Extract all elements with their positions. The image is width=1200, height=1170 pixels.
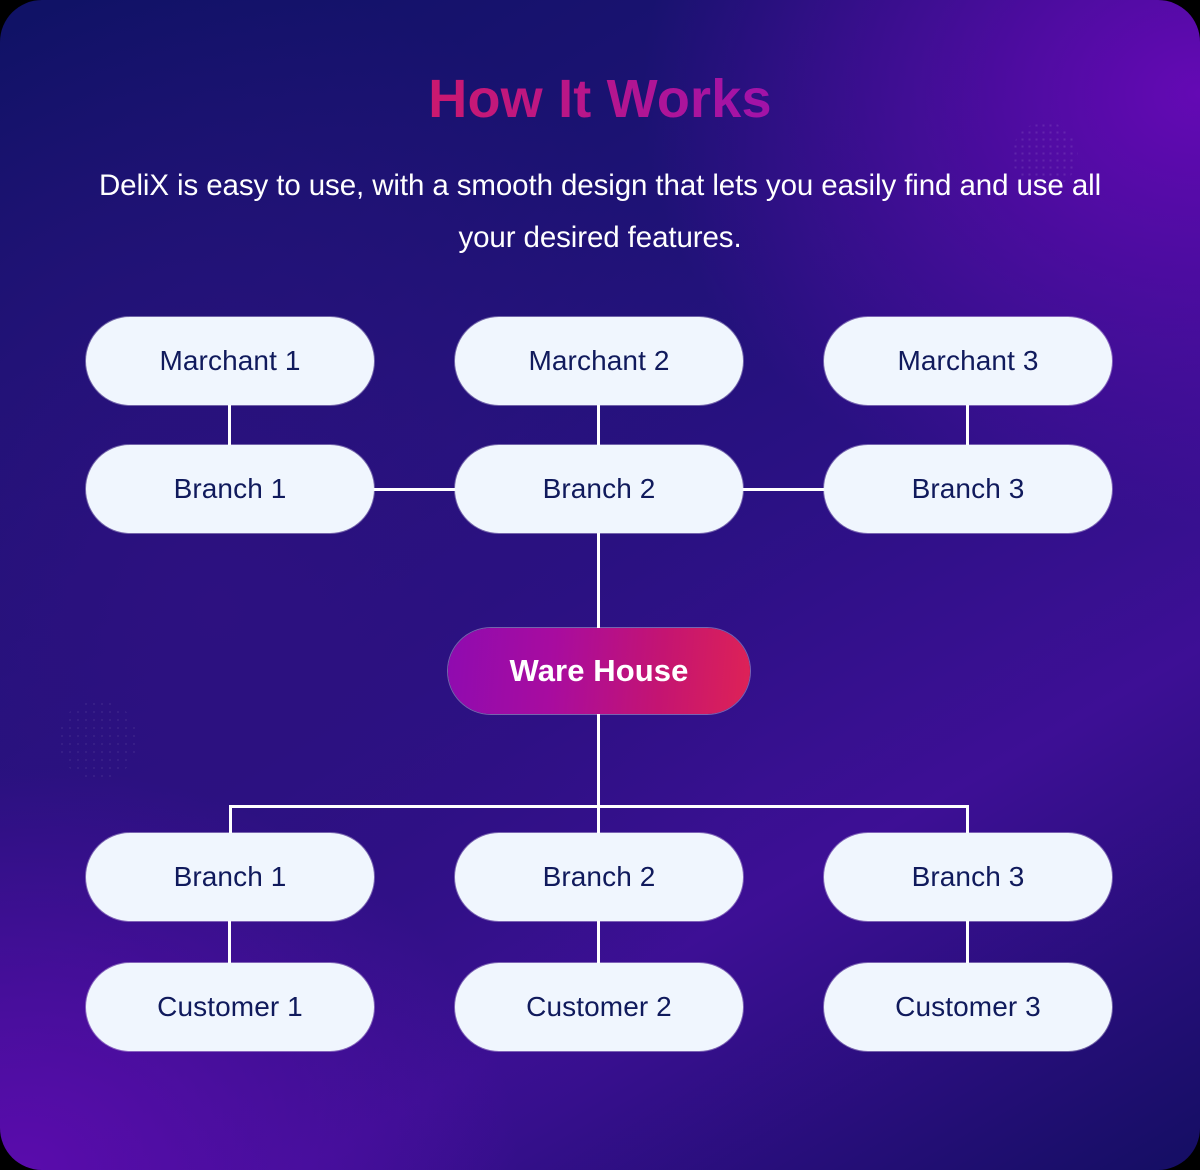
connector-branch2-to-warehouse bbox=[597, 531, 600, 631]
node-lower-branch-1-label: Branch 1 bbox=[173, 861, 287, 892]
node-upper-branch-1-label: Branch 1 bbox=[173, 473, 287, 504]
node-upper-branch-2-label: Branch 2 bbox=[542, 473, 656, 504]
connector-merchant2-to-branch2 bbox=[597, 403, 600, 447]
node-customer-1-label: Customer 1 bbox=[157, 991, 303, 1022]
node-customer-2[interactable]: Customer 2 bbox=[455, 963, 743, 1051]
node-lower-branch-3[interactable]: Branch 3 bbox=[824, 833, 1112, 921]
node-upper-branch-1[interactable]: Branch 1 bbox=[86, 445, 374, 533]
node-merchant-2[interactable]: Marchant 2 bbox=[455, 317, 743, 405]
node-customer-3[interactable]: Customer 3 bbox=[824, 963, 1112, 1051]
node-lower-branch-3-label: Branch 3 bbox=[911, 861, 1025, 892]
node-lower-branch-2-label: Branch 2 bbox=[542, 861, 656, 892]
node-customer-3-label: Customer 3 bbox=[895, 991, 1041, 1022]
node-merchant-3[interactable]: Marchant 3 bbox=[824, 317, 1112, 405]
node-lower-branch-2[interactable]: Branch 2 bbox=[455, 833, 743, 921]
connector-branch2-to-branch3 bbox=[740, 488, 828, 491]
node-warehouse-label: Ware House bbox=[509, 653, 689, 688]
node-merchant-1[interactable]: Marchant 1 bbox=[86, 317, 374, 405]
node-upper-branch-2[interactable]: Branch 2 bbox=[455, 445, 743, 533]
connector-merchant3-to-branch3 bbox=[966, 403, 969, 447]
node-customer-2-label: Customer 2 bbox=[526, 991, 672, 1022]
node-lower-branch-1[interactable]: Branch 1 bbox=[86, 833, 374, 921]
connector-branch1-to-branch2 bbox=[372, 488, 460, 491]
node-warehouse[interactable]: Ware House bbox=[448, 628, 750, 714]
node-merchant-1-label: Marchant 1 bbox=[159, 345, 301, 376]
connector-merchant1-to-branch1 bbox=[228, 403, 231, 447]
connector-warehouse-to-distribution-bar bbox=[597, 712, 600, 808]
node-upper-branch-3[interactable]: Branch 3 bbox=[824, 445, 1112, 533]
node-upper-branch-3-label: Branch 3 bbox=[911, 473, 1025, 504]
node-merchant-3-label: Marchant 3 bbox=[897, 345, 1039, 376]
node-merchant-2-label: Marchant 2 bbox=[528, 345, 670, 376]
node-customer-1[interactable]: Customer 1 bbox=[86, 963, 374, 1051]
org-chart-diagram: Marchant 1 Marchant 2 Marchant 3 Branch … bbox=[0, 0, 1200, 1170]
how-it-works-panel: How It Works DeliX is easy to use, with … bbox=[0, 0, 1200, 1170]
